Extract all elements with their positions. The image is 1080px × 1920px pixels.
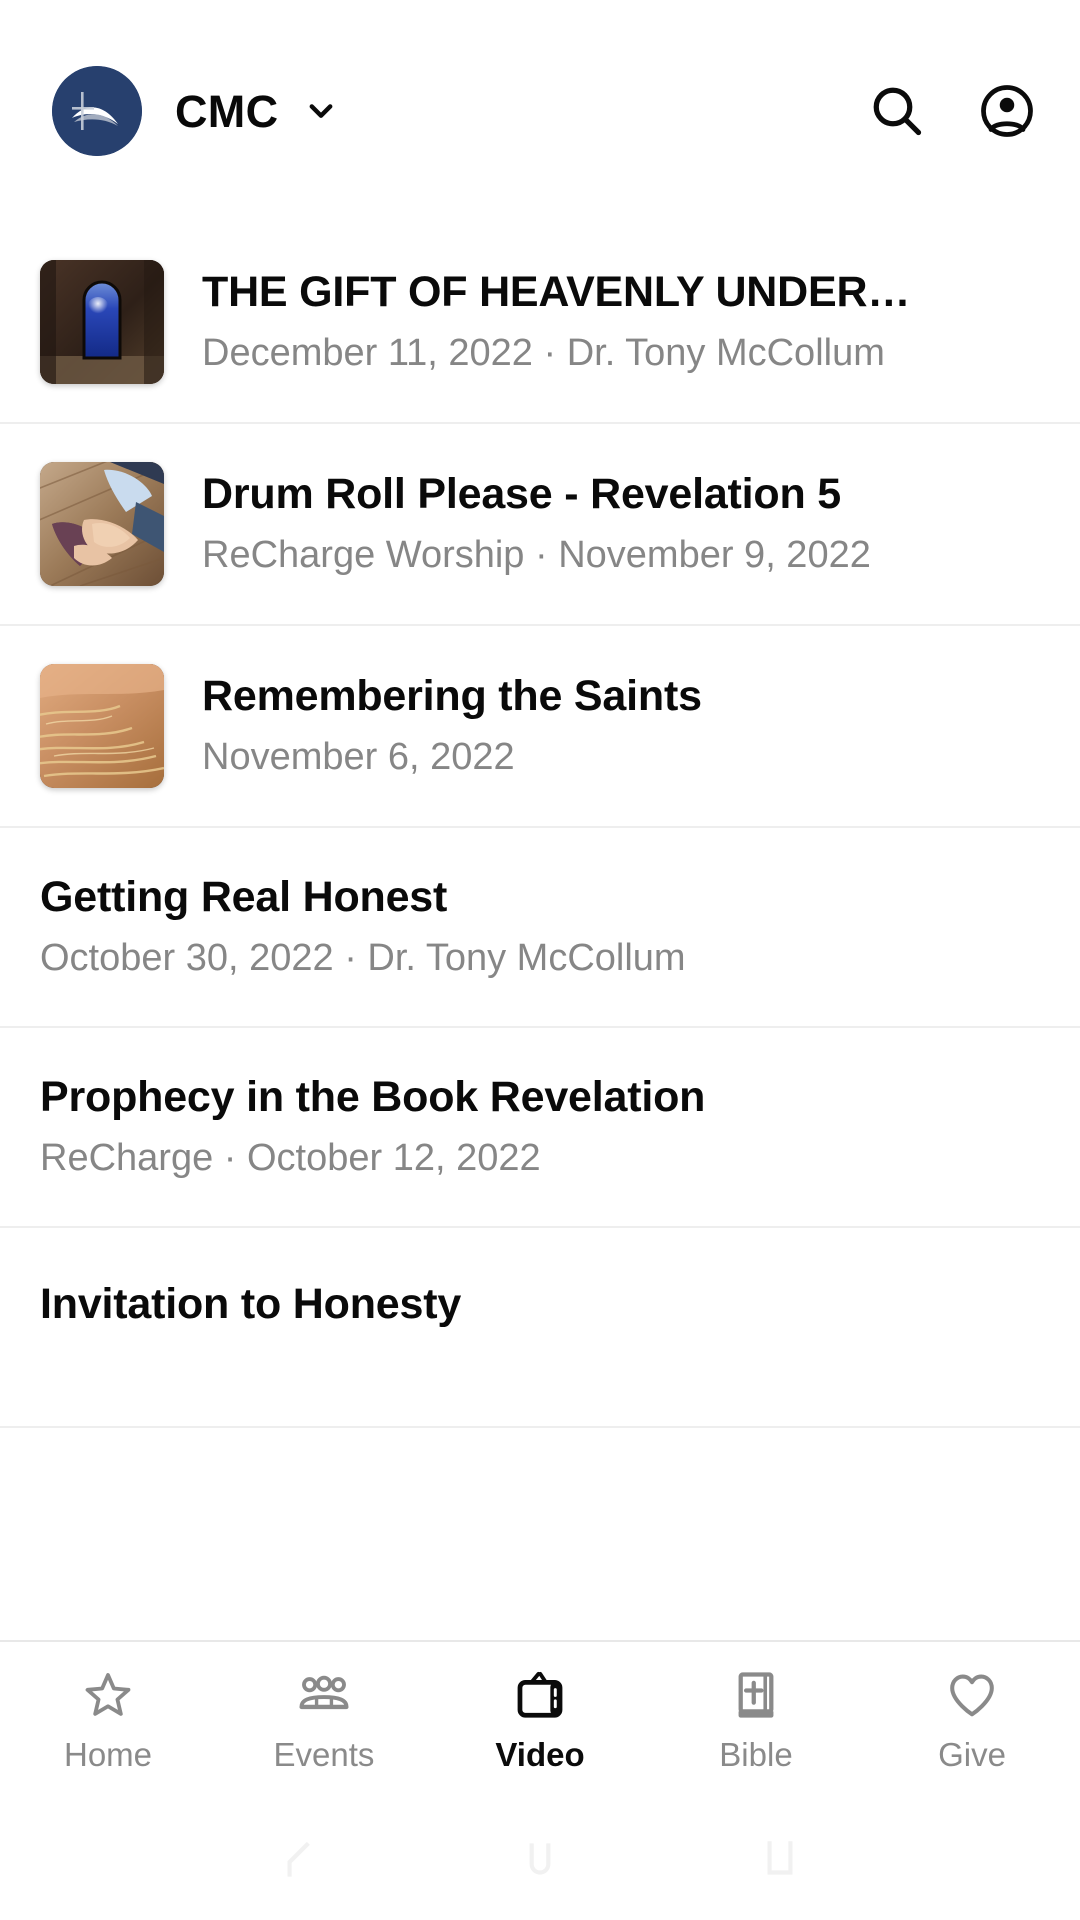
people-group-icon (297, 1664, 351, 1726)
list-item[interactable]: Invitation to Honesty (0, 1228, 1080, 1428)
heart-icon (945, 1664, 999, 1726)
list-item-title: THE GIFT OF HEAVENLY UNDER… (202, 267, 911, 316)
nav-tab-video[interactable]: Video (432, 1664, 648, 1771)
search-icon[interactable] (866, 80, 928, 142)
home-circle-icon[interactable] (510, 1830, 570, 1890)
nav-label: Video (495, 1736, 585, 1773)
list-item-text: Drum Roll Please - Revelation 5 ReCharge… (202, 470, 1040, 578)
list-item[interactable]: THE GIFT OF HEAVENLY UNDER… December 11,… (0, 222, 1080, 424)
nav-label: Bible (719, 1736, 793, 1773)
chevron-down-icon[interactable] (304, 94, 338, 128)
recents-square-icon[interactable] (750, 1830, 810, 1890)
app-header: CMC (0, 0, 1080, 222)
bottom-navigation: Home Events Video Bible Give (0, 1640, 1080, 1800)
list-item-subtitle: December 11, 2022 · Dr. Tony McCollum (202, 331, 885, 374)
list-item-subtitle: November 6, 2022 (202, 735, 515, 778)
list-item-title: Drum Roll Please - Revelation 5 (202, 469, 842, 518)
nav-label: Give (938, 1736, 1006, 1773)
list-item-subtitle: ReCharge · October 12, 2022 (40, 1136, 541, 1179)
list-item[interactable]: Remembering the Saints November 6, 2022 (0, 626, 1080, 828)
book-cross-icon (729, 1664, 783, 1726)
nav-tab-events[interactable]: Events (216, 1664, 432, 1771)
list-item-title: Getting Real Honest (40, 872, 448, 921)
list-item[interactable]: Prophecy in the Book Revelation ReCharge… (0, 1028, 1080, 1228)
header-actions (866, 80, 1038, 142)
list-item[interactable]: Drum Roll Please - Revelation 5 ReCharge… (0, 424, 1080, 626)
list-item-title: Invitation to Honesty (40, 1280, 462, 1328)
list-item-text: Prophecy in the Book Revelation ReCharge… (40, 1073, 1040, 1181)
list-item-subtitle: October 30, 2022 · Dr. Tony McCollum (40, 936, 686, 979)
video-list: THE GIFT OF HEAVENLY UNDER… December 11,… (0, 222, 1080, 1640)
video-thumbnail (40, 664, 164, 788)
nav-label: Home (63, 1736, 153, 1773)
nav-label: Events (273, 1736, 375, 1773)
church-name-label: CMC (175, 85, 279, 137)
back-triangle-icon[interactable] (270, 1830, 330, 1890)
android-system-navigation (0, 1800, 1080, 1920)
church-selector[interactable]: CMC (52, 66, 338, 156)
list-item-subtitle: ReCharge Worship · November 9, 2022 (202, 533, 871, 576)
app-root: CMC THE GIFT OF HEAVENLY UNDER… December… (0, 0, 1080, 1920)
list-item-text: Remembering the Saints November 6, 2022 (202, 672, 1040, 780)
list-item-text: Getting Real Honest October 30, 2022 · D… (40, 873, 1040, 981)
nav-tab-give[interactable]: Give (864, 1664, 1080, 1771)
tv-icon (513, 1664, 567, 1726)
list-item-title: Remembering the Saints (202, 671, 702, 720)
nav-tab-home[interactable]: Home (0, 1664, 216, 1771)
video-thumbnail (40, 462, 164, 586)
list-item[interactable]: Getting Real Honest October 30, 2022 · D… (0, 828, 1080, 1028)
church-swoosh-cross-logo-icon (52, 66, 142, 156)
star-icon (81, 1664, 135, 1726)
nav-tab-bible[interactable]: Bible (648, 1664, 864, 1771)
account-circle-icon[interactable] (976, 80, 1038, 142)
list-item-text: Invitation to Honesty (40, 1280, 1040, 1330)
list-item-text: THE GIFT OF HEAVENLY UNDER… December 11,… (202, 268, 1040, 376)
list-item-title: Prophecy in the Book Revelation (40, 1072, 706, 1121)
video-thumbnail (40, 260, 164, 384)
